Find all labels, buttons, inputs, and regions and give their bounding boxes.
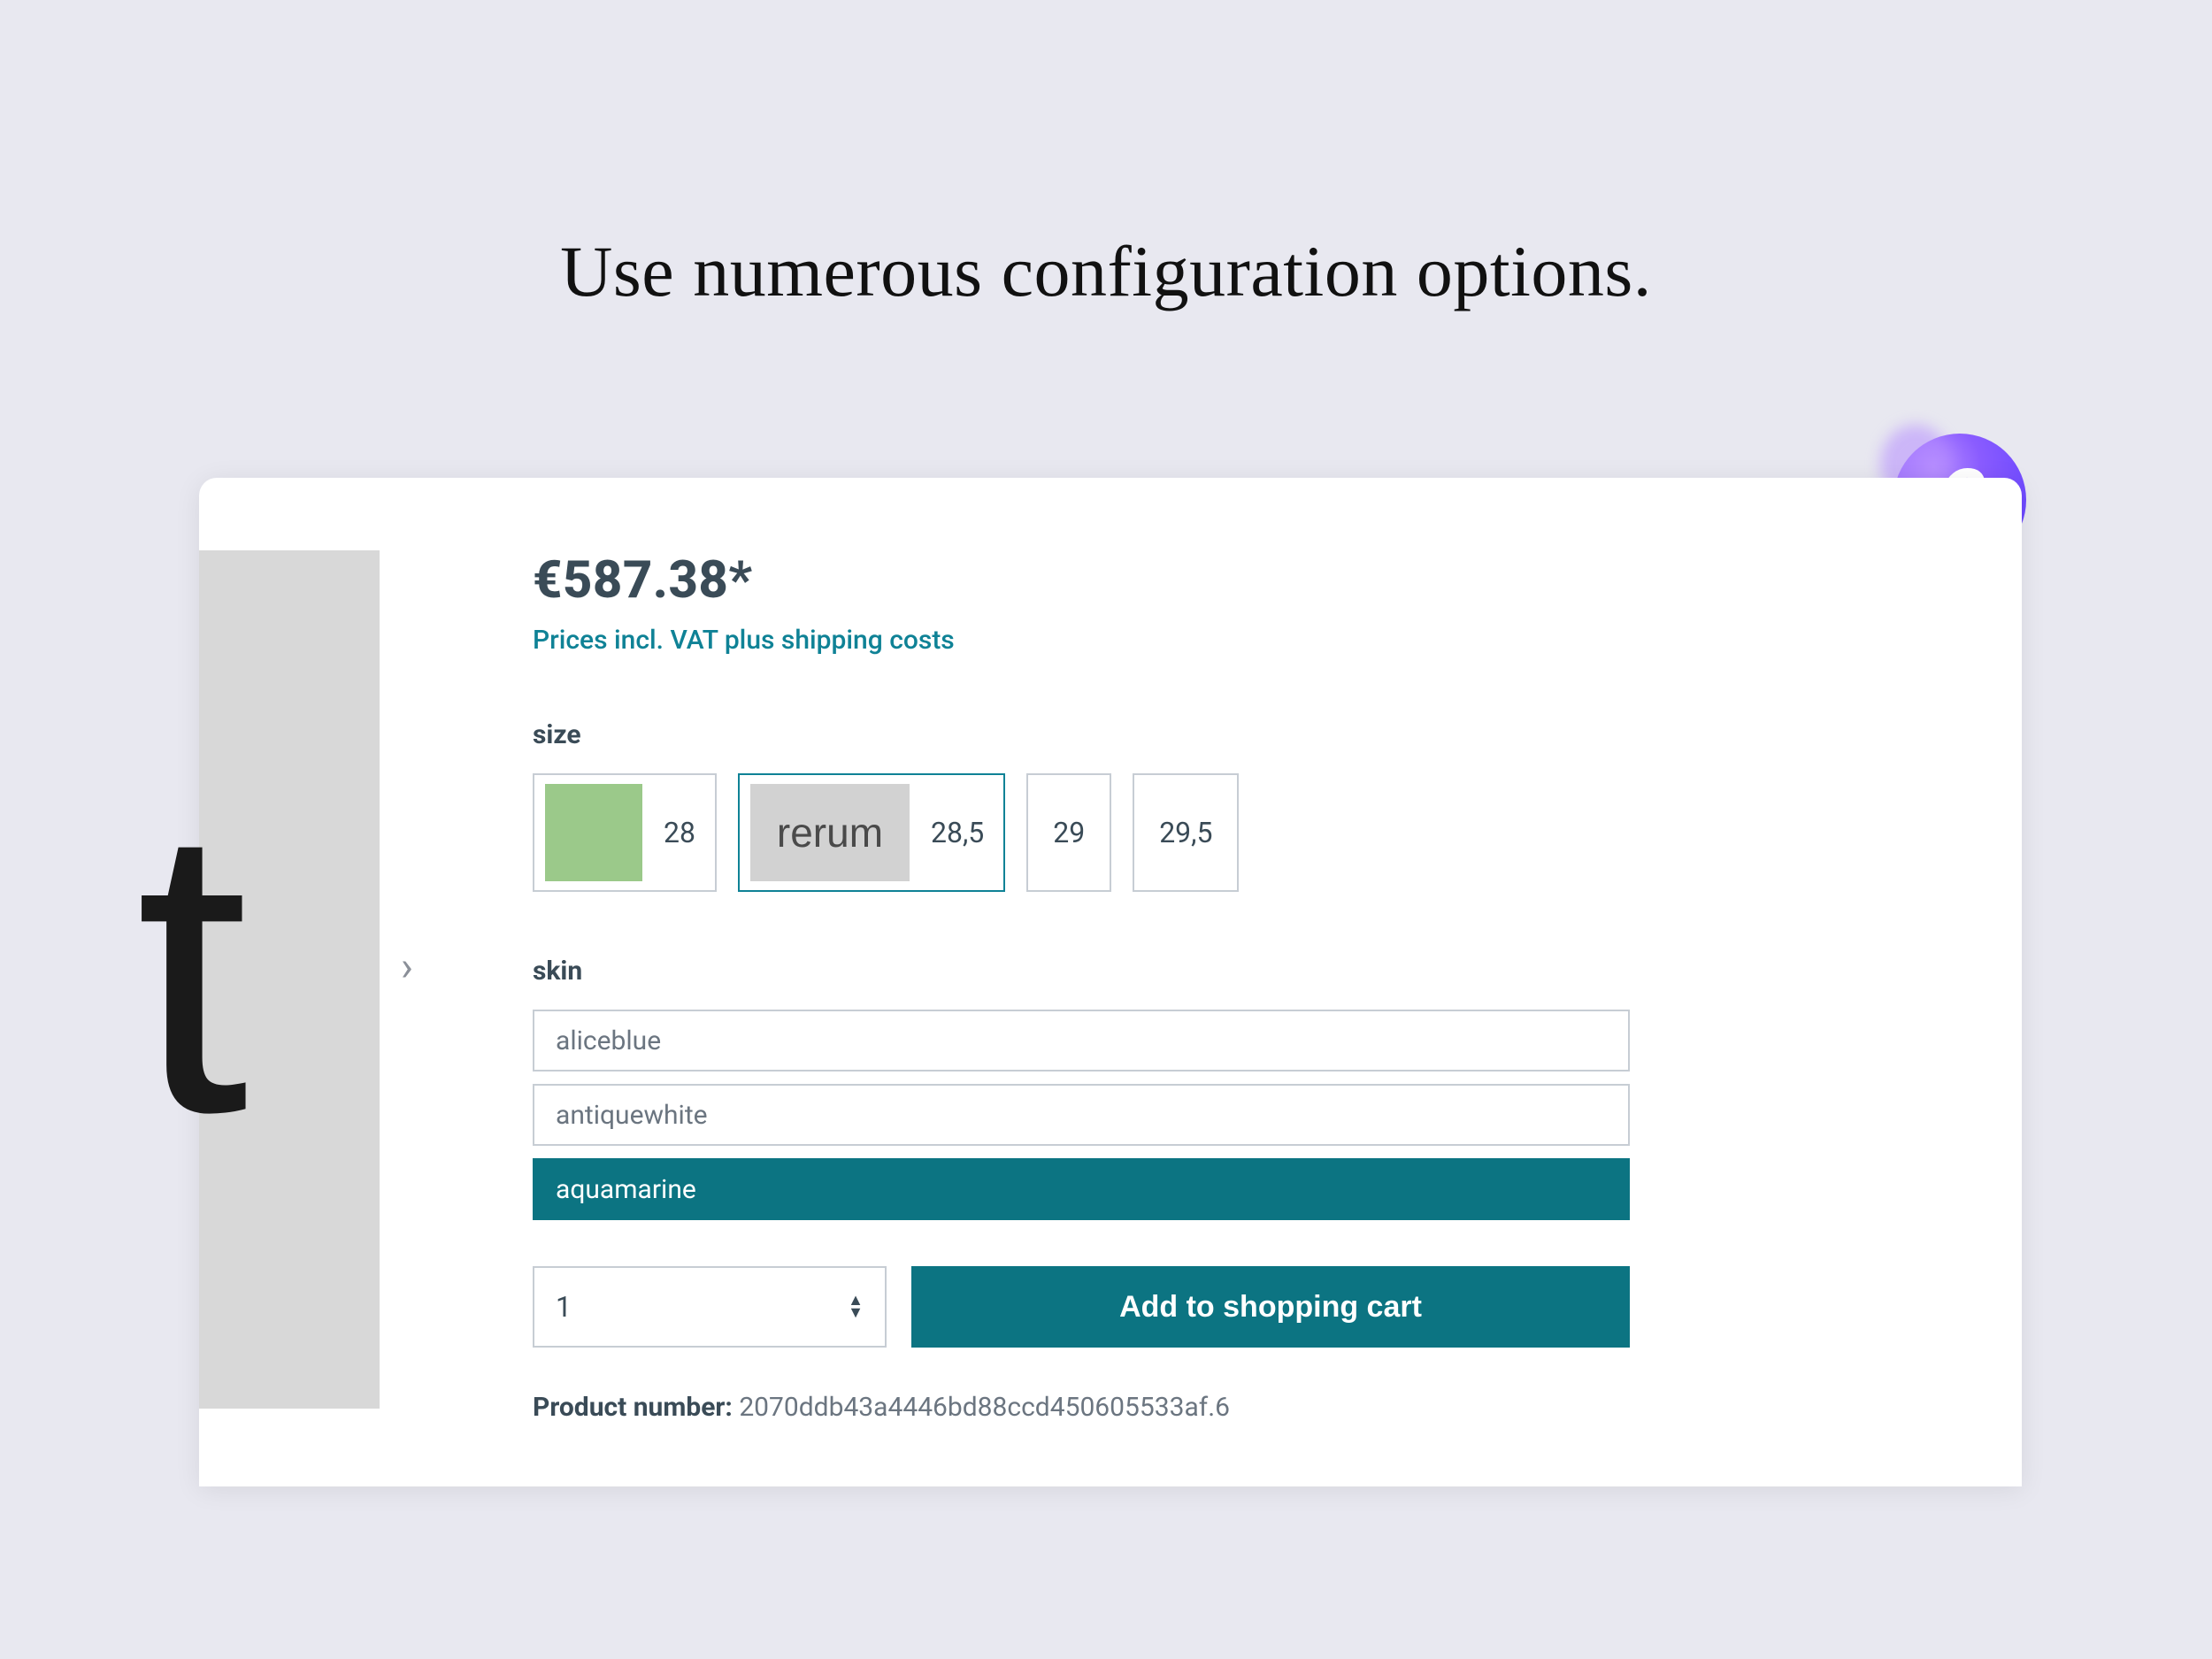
- product-image-glyph: t: [135, 767, 249, 1174]
- gallery-next-icon[interactable]: ›: [401, 947, 413, 987]
- skin-options: aliceblue antiquewhite aquamarine: [533, 1010, 1630, 1220]
- skin-option-aquamarine[interactable]: aquamarine: [533, 1158, 1630, 1220]
- product-image-thumb: t: [199, 550, 380, 1409]
- size-value: 29,5: [1159, 816, 1212, 849]
- size-options: 28 rerum 28,5 29 29,5: [533, 773, 1824, 892]
- size-option-29-5[interactable]: 29,5: [1133, 773, 1239, 892]
- page-headline: Use numerous configuration options.: [0, 230, 2212, 313]
- quantity-select[interactable]: 1 ▲▼: [533, 1266, 887, 1348]
- size-label: size: [533, 719, 1824, 750]
- add-to-cart-button[interactable]: Add to shopping cart: [911, 1266, 1630, 1348]
- size-option-28-5[interactable]: rerum 28,5: [738, 773, 1005, 892]
- swatch-image: rerum: [750, 784, 910, 881]
- product-number: Product number: 2070ddb43a4446bd88ccd450…: [533, 1392, 1824, 1423]
- skin-option-antiquewhite[interactable]: antiquewhite: [533, 1084, 1630, 1146]
- swatch-green: [545, 784, 642, 881]
- skin-option-aliceblue[interactable]: aliceblue: [533, 1010, 1630, 1071]
- buy-row: 1 ▲▼ Add to shopping cart: [533, 1266, 1630, 1348]
- size-option-29[interactable]: 29: [1026, 773, 1111, 892]
- size-value: 29: [1053, 816, 1085, 849]
- product-price: €587.38*: [533, 550, 1824, 611]
- size-option-28[interactable]: 28: [533, 773, 717, 892]
- product-card: t › €587.38* Prices incl. VAT plus shipp…: [199, 478, 2022, 1486]
- select-caret-icon: ▲▼: [848, 1295, 864, 1318]
- product-number-value: 2070ddb43a4446bd88ccd450605533af.6: [739, 1392, 1230, 1423]
- size-value: 28: [664, 816, 695, 849]
- quantity-value: 1: [556, 1290, 572, 1324]
- skin-label: skin: [533, 956, 1824, 987]
- size-value: 28,5: [931, 816, 984, 849]
- product-detail: €587.38* Prices incl. VAT plus shipping …: [533, 550, 1824, 1423]
- product-number-label: Product number:: [533, 1392, 733, 1423]
- vat-note[interactable]: Prices incl. VAT plus shipping costs: [533, 625, 1824, 656]
